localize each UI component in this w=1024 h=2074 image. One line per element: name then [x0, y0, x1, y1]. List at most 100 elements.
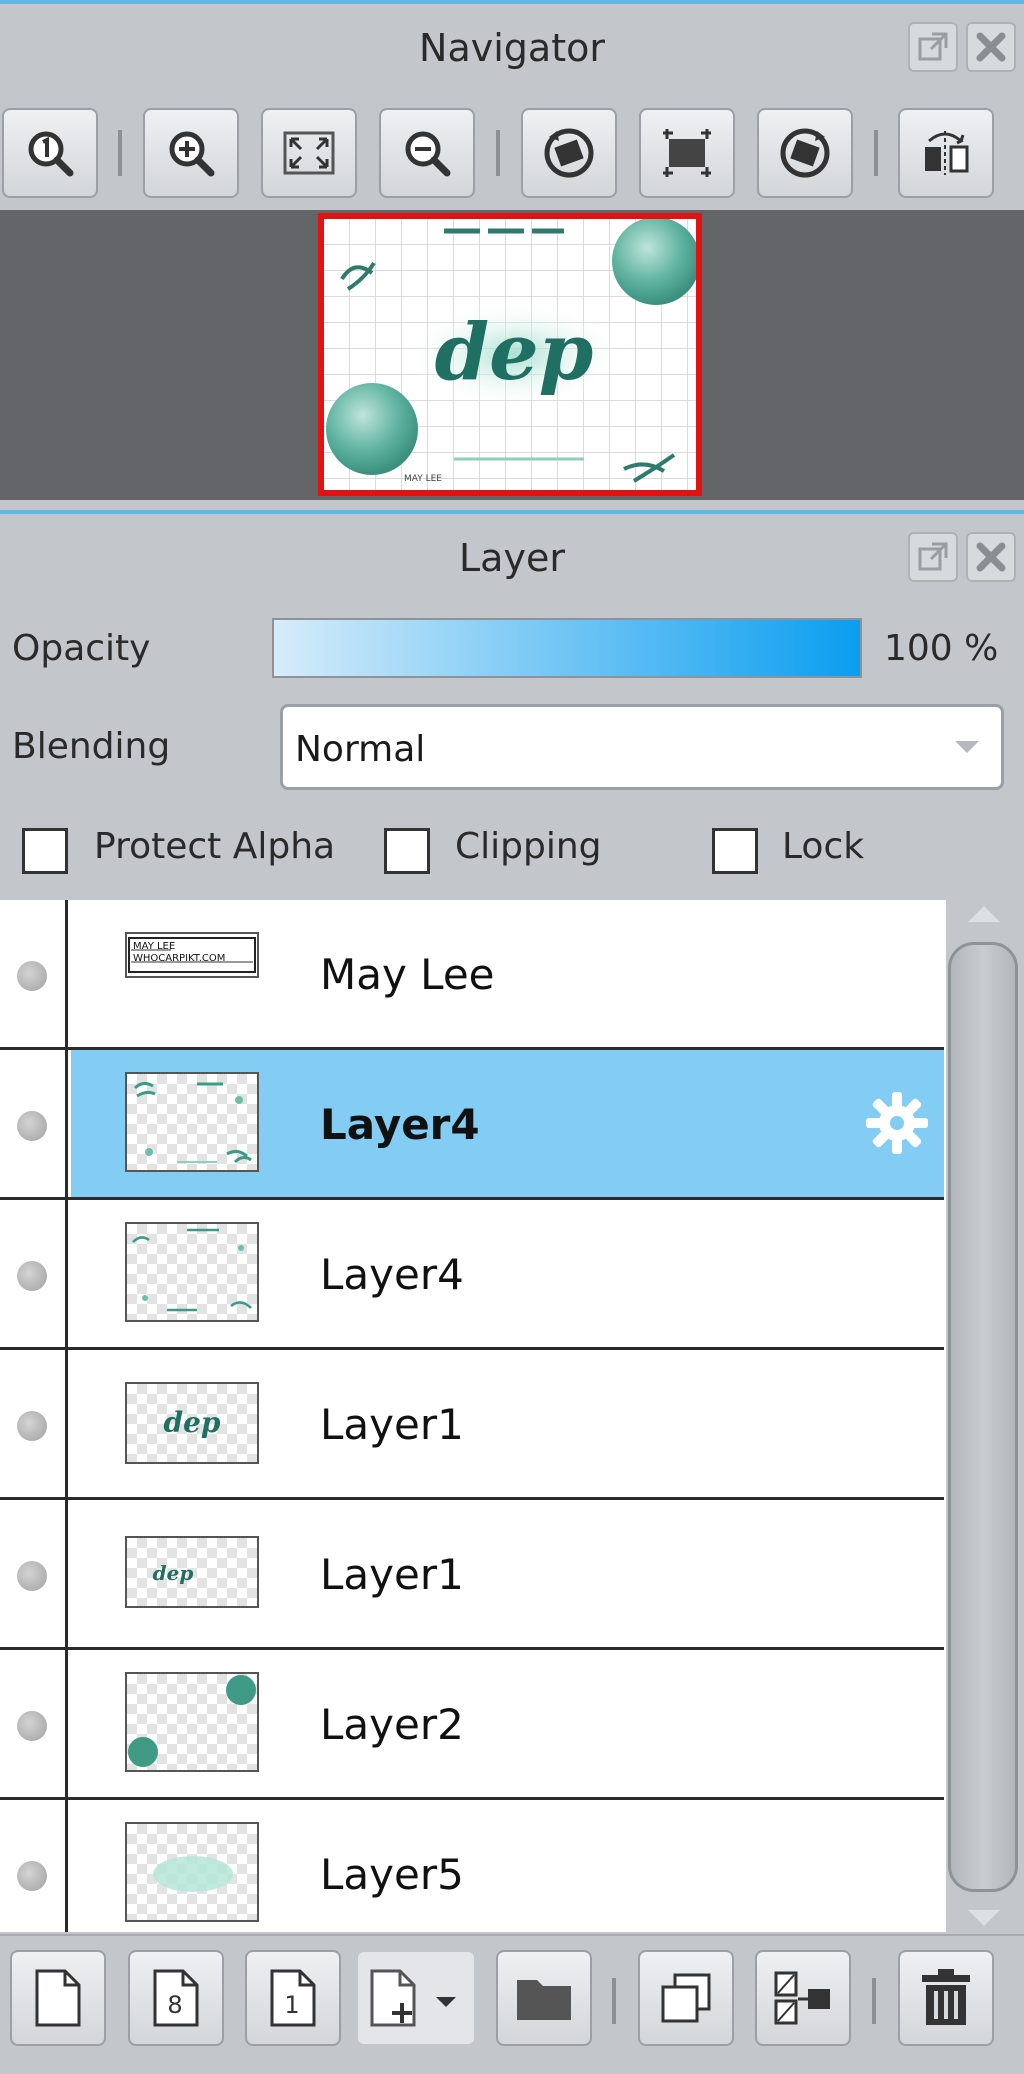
- layer-thumbnail: dep: [125, 1382, 259, 1464]
- merge-layer-button[interactable]: [755, 1950, 851, 2046]
- lock-checkbox[interactable]: [712, 828, 758, 874]
- layer-visibility-cell: [0, 1050, 68, 1197]
- layer-thumbnail-image: dep: [153, 1561, 194, 1585]
- layer-thumbnail: [125, 1672, 259, 1772]
- layer-name: Layer4: [320, 1100, 480, 1149]
- navigator-preview[interactable]: dep MAY LEE: [0, 210, 1024, 500]
- layer-row-body[interactable]: Layer4: [71, 1050, 944, 1197]
- canvas-thumbnail: dep MAY LEE: [318, 213, 702, 496]
- layer-row-body[interactable]: Layer2: [71, 1650, 944, 1797]
- visibility-toggle[interactable]: [17, 1711, 47, 1741]
- svg-text:8: 8: [167, 1991, 182, 2019]
- layer-row-body[interactable]: dep Layer1: [71, 1500, 944, 1647]
- layer-thumbnail: [125, 1072, 259, 1172]
- visibility-toggle[interactable]: [17, 1411, 47, 1441]
- new-folder-icon: [517, 1980, 571, 2020]
- toolbar-separator: [118, 130, 122, 176]
- navigator-toolbar: [0, 100, 1024, 210]
- scroll-down-icon[interactable]: [968, 1910, 1000, 1926]
- layer-panel-title: Layer: [459, 536, 565, 580]
- opacity-value: 100 %: [884, 628, 999, 669]
- lock-label: Lock: [782, 826, 865, 867]
- actual-size-icon: [28, 131, 74, 177]
- layer-thumbnail-image: [153, 1856, 233, 1892]
- delete-layer-button[interactable]: [898, 1950, 994, 2046]
- new-raster-layer-icon: [35, 1969, 81, 2027]
- layer-name: May Lee: [320, 950, 495, 999]
- layer-toolbar: 8 1: [0, 1934, 1024, 2074]
- navigator-detach-button[interactable]: [908, 22, 958, 72]
- blending-select[interactable]: Normal: [280, 704, 1004, 790]
- layer-row[interactable]: MAY LEE WHOCARPIKT.COM May Lee: [0, 900, 944, 1050]
- detach-icon: [918, 32, 948, 61]
- rotate-right-button[interactable]: [757, 108, 853, 198]
- layer-row[interactable]: Layer5: [0, 1800, 944, 1932]
- layer-list-scrollbar[interactable]: [946, 900, 1024, 1932]
- scrollbar-thumb[interactable]: [948, 942, 1018, 1892]
- layer-list: MAY LEE WHOCARPIKT.COM May Lee Layer4 La…: [0, 900, 946, 1932]
- clipping-label: Clipping: [455, 826, 602, 867]
- navigator-title: Navigator: [419, 26, 605, 70]
- layer-row-selected[interactable]: Layer4: [0, 1050, 944, 1200]
- scroll-up-icon[interactable]: [968, 906, 1000, 922]
- actual-size-button[interactable]: [2, 108, 98, 198]
- navigator-close-button[interactable]: [966, 22, 1016, 72]
- layer-row-body[interactable]: Layer4: [71, 1200, 944, 1347]
- fit-to-window-icon: [283, 131, 335, 175]
- layer-row[interactable]: dep Layer1: [0, 1500, 944, 1650]
- layer-row[interactable]: Layer4: [0, 1200, 944, 1350]
- fit-to-window-button[interactable]: [261, 108, 357, 198]
- zoom-in-icon: [169, 131, 215, 177]
- visibility-toggle[interactable]: [17, 961, 47, 991]
- reset-view-button[interactable]: [639, 108, 735, 198]
- new-8bit-layer-button[interactable]: 8: [128, 1950, 224, 2046]
- opacity-label: Opacity: [12, 628, 151, 669]
- visibility-toggle[interactable]: [17, 1111, 47, 1141]
- thumbnail-logo-text: dep: [153, 1561, 194, 1585]
- delete-layer-icon: [922, 1969, 970, 2025]
- opacity-slider[interactable]: [272, 618, 862, 678]
- layer-row-body[interactable]: dep Layer1: [71, 1350, 944, 1497]
- new-1bit-layer-icon: 1: [270, 1969, 316, 2027]
- layer-row[interactable]: dep Layer1: [0, 1350, 944, 1500]
- layer-row[interactable]: Layer2: [0, 1650, 944, 1800]
- rotate-left-button[interactable]: [521, 108, 617, 198]
- protect-alpha-checkbox[interactable]: [22, 828, 68, 874]
- add-layer-dropdown-button[interactable]: [356, 1950, 476, 2046]
- toolbar-separator: [874, 130, 878, 176]
- layer-visibility-cell: [0, 1200, 68, 1347]
- visibility-toggle[interactable]: [17, 1561, 47, 1591]
- duplicate-layer-button[interactable]: [638, 1950, 734, 2046]
- close-icon: [976, 542, 1006, 572]
- canvas-thumbnail-image: dep MAY LEE: [324, 219, 696, 490]
- clipping-checkbox[interactable]: [384, 828, 430, 874]
- thumbnail-logo-text: dep: [435, 307, 594, 398]
- zoom-in-button[interactable]: [143, 108, 239, 198]
- blending-label: Blending: [12, 726, 171, 767]
- layer-header: Layer: [0, 510, 1024, 610]
- layer-detach-button[interactable]: [908, 532, 958, 582]
- layer-name: Layer2: [320, 1700, 464, 1749]
- new-8bit-layer-icon: 8: [153, 1969, 199, 2027]
- new-folder-button[interactable]: [496, 1950, 592, 2046]
- layer-thumbnail-image: [132, 1228, 252, 1312]
- gear-icon[interactable]: [862, 1088, 932, 1158]
- layer-close-button[interactable]: [966, 532, 1016, 582]
- zoom-out-button[interactable]: [379, 108, 475, 198]
- new-1bit-layer-button[interactable]: 1: [245, 1950, 341, 2046]
- layer-thumbnail: MAY LEE WHOCARPIKT.COM: [125, 932, 259, 978]
- layer-row-body[interactable]: MAY LEE WHOCARPIKT.COM May Lee: [71, 900, 944, 1047]
- svg-text:1: 1: [284, 1991, 299, 2019]
- thumbnail-footer-text: MAY LEE: [404, 474, 442, 484]
- visibility-toggle[interactable]: [17, 1261, 47, 1291]
- flip-horizontal-button[interactable]: [898, 108, 994, 198]
- layer-visibility-cell: [0, 1500, 68, 1647]
- layer-thumbnail-image: [128, 1675, 256, 1767]
- flip-horizontal-icon: [925, 131, 969, 175]
- visibility-toggle[interactable]: [17, 1861, 47, 1891]
- layer-row-body[interactable]: Layer5: [71, 1800, 944, 1932]
- zoom-out-icon: [405, 131, 451, 177]
- merge-layer-icon: [774, 1971, 830, 2025]
- layer-name: Layer1: [320, 1400, 464, 1449]
- new-raster-layer-button[interactable]: [10, 1950, 106, 2046]
